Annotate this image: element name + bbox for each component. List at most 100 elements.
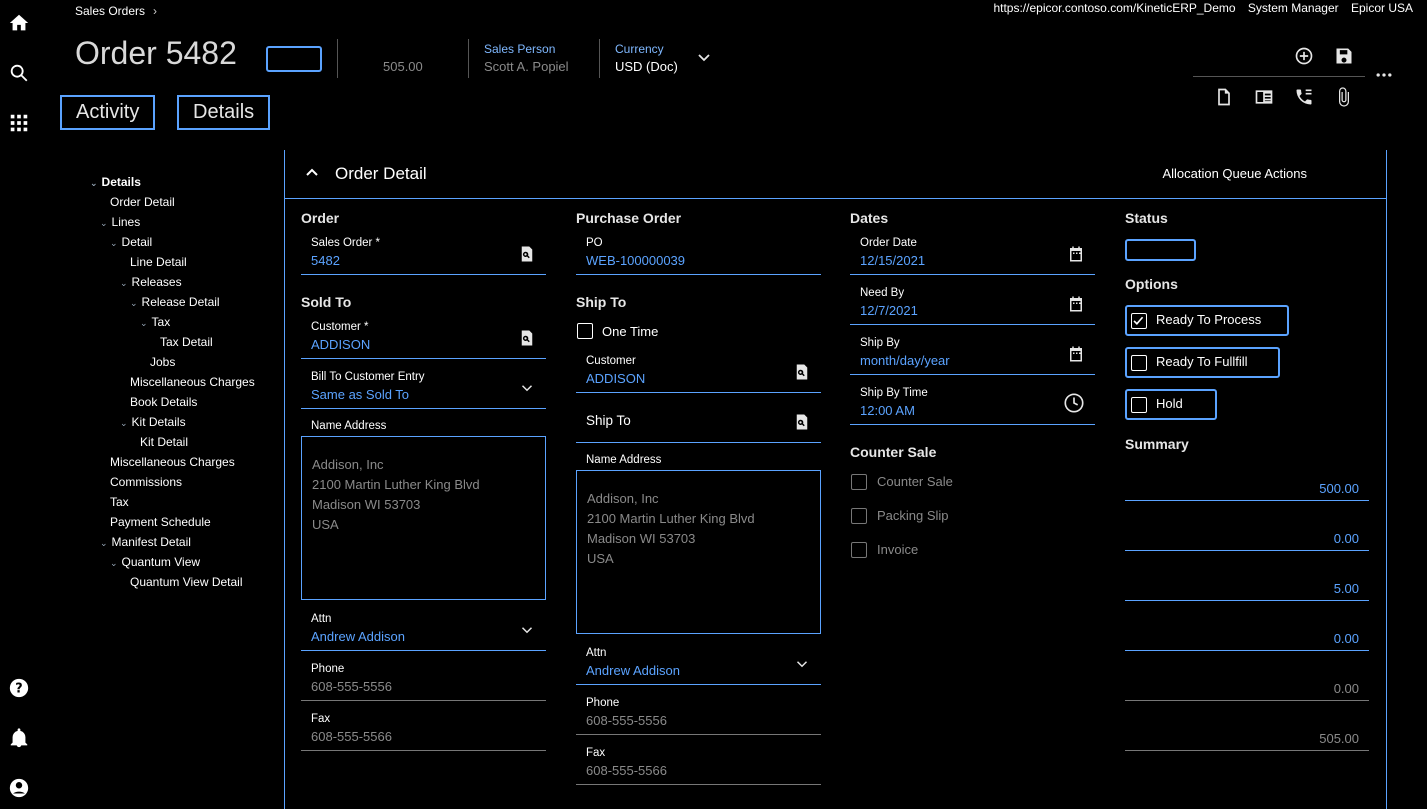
invoice-label[interactable]: Invoice (877, 542, 918, 557)
attn-value[interactable]: Andrew Addison (311, 629, 405, 644)
ship-to-customer-value[interactable]: ADDISON (586, 371, 645, 386)
chevron-down-icon[interactable] (697, 53, 711, 63)
tree-item-order-detail[interactable]: Order Detail (110, 195, 175, 209)
tree-item-tax[interactable]: ⌄ Tax (140, 315, 170, 329)
ship-to-phone-value[interactable]: 608-555-5556 (586, 713, 667, 728)
user-account-icon[interactable] (8, 777, 32, 801)
attachment-icon[interactable] (1334, 87, 1358, 111)
tree-item-detail[interactable]: ⌄ Detail (110, 235, 152, 249)
tree-item-misc-charges[interactable]: Miscellaneous Charges (110, 455, 235, 469)
lookup-search-icon[interactable] (518, 245, 536, 263)
counter-sale-checkbox[interactable] (851, 474, 867, 490)
chevron-down-icon[interactable]: ⌄ (110, 238, 118, 249)
tree-item-tax-header[interactable]: Tax (110, 495, 129, 509)
chevron-down-icon[interactable]: ⌄ (120, 278, 128, 289)
need-by-field[interactable]: Need By 12/7/2021 (850, 287, 1095, 325)
tree-item-manifest-detail[interactable]: ⌄ Manifest Detail (100, 535, 191, 549)
tree-item-quantum-view[interactable]: ⌄ Quantum View (110, 555, 200, 569)
ship-to-fax-value[interactable]: 608-555-5566 (586, 763, 667, 778)
current-company[interactable]: Epicor USA (1351, 1, 1413, 15)
call-log-icon[interactable] (1294, 87, 1318, 111)
sales-order-field[interactable]: Sales Order * 5482 (301, 237, 546, 275)
tab-details[interactable]: Details (177, 95, 271, 130)
tree-item-lines[interactable]: ⌄ Lines (100, 215, 140, 229)
tree-item-commissions[interactable]: Commissions (110, 475, 182, 489)
counter-sale-label[interactable]: Counter Sale (877, 474, 953, 489)
tree-item-line-detail[interactable]: Line Detail (130, 255, 187, 269)
ship-to-fax-field[interactable]: Fax 608-555-5566 (576, 747, 821, 785)
ship-to-customer-field[interactable]: Customer ADDISON (576, 355, 821, 393)
customer-value[interactable]: ADDISON (311, 337, 370, 352)
lookup-search-icon[interactable] (518, 329, 536, 347)
tree-item-release-detail[interactable]: ⌄ Release Detail (130, 295, 220, 309)
order-date-field[interactable]: Order Date 12/15/2021 (850, 237, 1095, 275)
apps-grid-icon[interactable] (8, 112, 32, 136)
currency-value[interactable]: USD (Doc) (615, 59, 678, 74)
phone-value[interactable]: 608-555-5556 (311, 679, 392, 694)
tree-item-details[interactable]: ⌄ Details (90, 175, 141, 189)
calendar-icon[interactable] (1067, 345, 1085, 363)
tree-item-releases[interactable]: ⌄ Releases (120, 275, 182, 289)
ship-to-field[interactable]: Ship To (576, 405, 821, 443)
invoice-checkbox[interactable] (851, 542, 867, 558)
fax-value[interactable]: 608-555-5566 (311, 729, 392, 744)
ready-to-process-toggle[interactable]: Ready To Process (1125, 305, 1289, 336)
ship-by-time-field[interactable]: Ship By Time 12:00 AM (850, 387, 1095, 425)
notifications-bell-icon[interactable] (8, 727, 32, 751)
bill-to-customer-dropdown[interactable]: Bill To Customer Entry Same as Sold To (301, 371, 546, 409)
calendar-icon[interactable] (1067, 245, 1085, 263)
ship-to-phone-field[interactable]: Phone 608-555-5556 (576, 697, 821, 735)
chevron-down-icon[interactable]: ⌄ (90, 178, 98, 189)
hold-toggle[interactable]: Hold (1125, 389, 1217, 420)
ready-to-fulfill-toggle[interactable]: Ready To Fullfill (1125, 347, 1280, 378)
need-by-value[interactable]: 12/7/2021 (860, 303, 918, 318)
ready-to-fulfill-checkbox[interactable] (1131, 355, 1147, 371)
chevron-down-icon[interactable]: ⌄ (140, 318, 148, 329)
breadcrumb-sales-orders[interactable]: Sales Orders (75, 4, 145, 18)
home-icon[interactable] (8, 12, 32, 36)
lookup-search-icon[interactable] (793, 363, 811, 381)
ship-by-time-value[interactable]: 12:00 AM (860, 403, 915, 418)
save-icon[interactable] (1334, 46, 1358, 70)
chevron-down-icon[interactable] (518, 621, 536, 639)
chevron-down-icon[interactable] (518, 379, 536, 397)
attn-dropdown[interactable]: Attn Andrew Addison (301, 613, 546, 651)
tree-item-misc-charges-line[interactable]: Miscellaneous Charges (130, 375, 255, 389)
chevron-down-icon[interactable]: ⌄ (100, 538, 108, 549)
sales-order-value[interactable]: 5482 (311, 253, 340, 268)
current-user[interactable]: System Manager (1248, 1, 1339, 15)
ship-to-placeholder[interactable]: Ship To (586, 413, 631, 428)
ship-by-field[interactable]: Ship By month/day/year (850, 337, 1095, 375)
hold-checkbox[interactable] (1131, 397, 1147, 413)
customer-field[interactable]: Customer * ADDISON (301, 321, 546, 359)
tree-item-jobs[interactable]: Jobs (150, 355, 175, 369)
allocation-queue-actions-button[interactable]: Allocation Queue Actions (1162, 166, 1307, 181)
chevron-down-icon[interactable]: ⌄ (120, 418, 128, 429)
tree-item-kit-details[interactable]: ⌄ Kit Details (120, 415, 186, 429)
ship-to-attn-value[interactable]: Andrew Addison (586, 663, 680, 678)
chevron-up-icon[interactable] (304, 164, 320, 180)
bill-to-value[interactable]: Same as Sold To (311, 387, 409, 402)
chevron-down-icon[interactable]: ⌄ (130, 298, 138, 309)
calendar-icon[interactable] (1067, 295, 1085, 313)
phone-field[interactable]: Phone 608-555-5556 (301, 663, 546, 701)
po-value[interactable]: WEB-100000039 (586, 253, 685, 268)
panel-card-icon[interactable] (1254, 87, 1278, 111)
po-field[interactable]: PO WEB-100000039 (576, 237, 821, 275)
lookup-search-icon[interactable] (793, 413, 811, 431)
tab-activity[interactable]: Activity (60, 95, 156, 130)
more-options-icon[interactable] (1374, 65, 1398, 89)
tree-item-tax-detail[interactable]: Tax Detail (160, 335, 213, 349)
one-time-checkbox[interactable] (577, 323, 593, 339)
ready-to-process-checkbox[interactable] (1131, 313, 1147, 329)
ship-by-placeholder[interactable]: month/day/year (860, 353, 950, 368)
one-time-label[interactable]: One Time (602, 324, 658, 339)
order-date-value[interactable]: 12/15/2021 (860, 253, 925, 268)
ship-to-attn-dropdown[interactable]: Attn Andrew Addison (576, 647, 821, 685)
packing-slip-checkbox[interactable] (851, 508, 867, 524)
chevron-down-icon[interactable]: ⌄ (100, 218, 108, 229)
chevron-down-icon[interactable] (793, 655, 811, 673)
clock-icon[interactable] (1063, 392, 1085, 414)
breadcrumb[interactable]: Sales Orders › (75, 4, 157, 18)
help-icon[interactable]: ? (8, 677, 32, 701)
